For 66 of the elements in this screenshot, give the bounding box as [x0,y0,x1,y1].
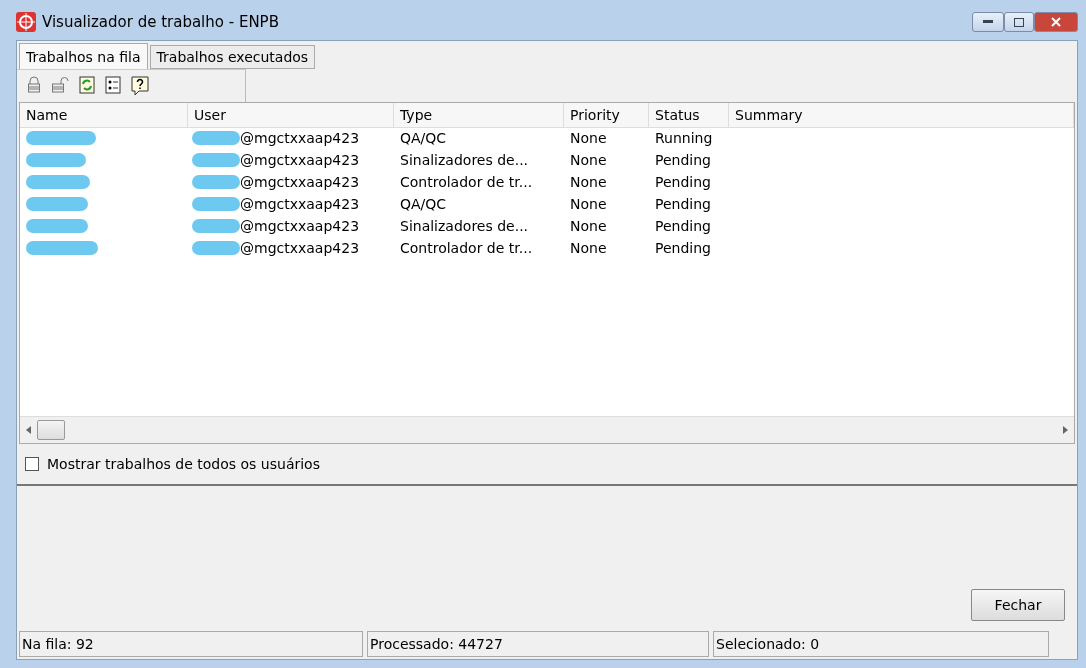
checkbox[interactable] [25,457,39,471]
table-cell: None [570,174,607,190]
right-arrow-icon[interactable] [1063,426,1068,434]
table-cell: Pending [655,218,711,234]
table-cell: Pending [655,152,711,168]
column-header[interactable]: Name [20,102,188,128]
table-cell: Pending [655,240,711,256]
table-cell: None [570,152,607,168]
table-cell: @mgctxxaap423 [240,240,360,256]
redaction-mark [26,219,88,233]
table-cell: None [570,218,607,234]
redaction-mark [26,153,86,167]
column-header[interactable]: Status [649,102,729,128]
tab[interactable]: Trabalhos executados [149,45,316,69]
minimize-button[interactable] [972,12,1004,32]
checkbox-label: Mostrar trabalhos de todos os usuários [47,456,320,472]
table-cell: Sinalizadores de... [400,218,529,234]
redaction-mark [26,241,98,255]
status-pane: Selecionado: 0 [713,631,1049,657]
close-button[interactable] [1034,12,1078,32]
redaction-mark [192,153,240,167]
redaction-mark [192,241,240,255]
column-header[interactable]: Priority [564,102,649,128]
tab[interactable]: Trabalhos na fila [19,43,148,69]
close-dialog-button[interactable]: Fechar [971,589,1065,621]
redaction-mark [192,197,240,211]
column-header[interactable]: Summary [729,102,1074,128]
scrollbar-thumb[interactable] [37,420,65,440]
table-cell: None [570,196,607,212]
redaction-mark [192,175,240,189]
table-cell: Pending [655,196,711,212]
table-cell: Pending [655,174,711,190]
redaction-mark [26,175,90,189]
target-icon [16,12,36,32]
help-icon[interactable] [131,76,149,96]
minimize-icon [983,20,993,24]
maximize-button[interactable] [1004,12,1034,32]
redaction-mark [192,219,240,233]
table-cell: Controlador de tr... [400,240,533,256]
maximize-icon [1014,17,1024,27]
open-padlock-icon[interactable] [51,76,69,94]
window-title: Visualizador de trabalho - ENPB [42,13,279,31]
table-cell: @mgctxxaap423 [240,174,360,190]
status-pane: Na fila: 92 [19,631,363,657]
close-icon [1051,17,1061,27]
table-cell: Controlador de tr... [400,174,533,190]
redaction-mark [192,131,240,145]
table-cell: Sinalizadores de... [400,152,529,168]
table-cell: @mgctxxaap423 [240,152,360,168]
table-cell: @mgctxxaap423 [240,130,360,146]
redaction-mark [26,131,96,145]
column-header[interactable]: User [188,102,394,128]
padlock-icon[interactable] [27,76,41,94]
status-pane: Processado: 44727 [367,631,709,657]
table-cell: QA/QC [400,196,447,212]
column-header[interactable]: Type [394,102,564,128]
table-cell: @mgctxxaap423 [240,196,360,212]
table-cell: None [570,240,607,256]
table-cell: @mgctxxaap423 [240,218,360,234]
table-cell: QA/QC [400,130,447,146]
table-cell: Running [655,130,713,146]
refresh-icon[interactable] [79,76,95,94]
left-arrow-icon[interactable] [26,426,31,434]
table-cell: None [570,130,607,146]
redaction-mark [26,197,88,211]
list-document-icon[interactable] [105,76,121,94]
